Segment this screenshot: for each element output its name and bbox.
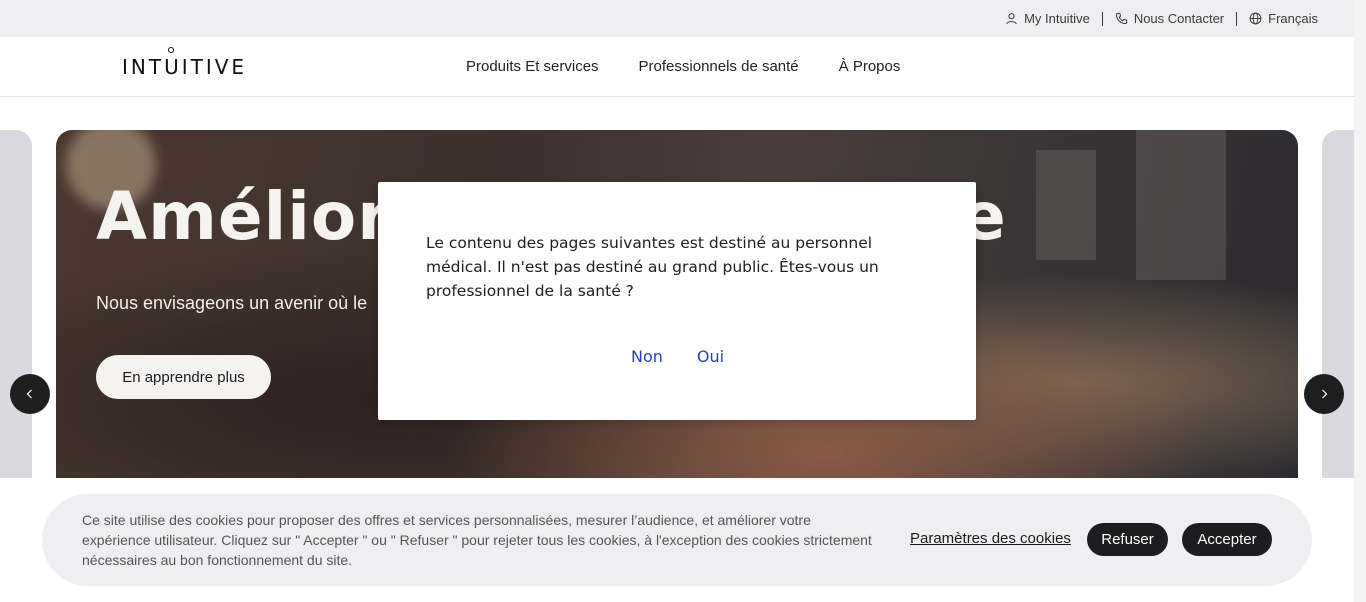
intuitive-logo[interactable]: INTUITIVE xyxy=(122,47,248,79)
nav-item-about[interactable]: À Propos xyxy=(839,58,901,75)
cookie-message: Ce site utilise des cookies pour propose… xyxy=(82,512,872,568)
main-nav: Produits Et services Professionnels de s… xyxy=(466,58,900,75)
chevron-right-icon xyxy=(1322,389,1328,399)
cookie-area: Ce site utilise des cookies pour propose… xyxy=(0,478,1354,602)
dialog-actions: Non Oui xyxy=(631,347,724,366)
chevron-left-icon xyxy=(26,389,32,399)
contact-label: Nous Contacter xyxy=(1133,11,1225,26)
utility-bar: My Intuitive Nous Contacter Français xyxy=(0,0,1354,37)
contact-link[interactable]: Nous Contacter xyxy=(1103,11,1236,26)
background-building xyxy=(1136,130,1226,280)
scrollbar-track[interactable] xyxy=(1354,0,1366,602)
nav-item-healthcare-pros[interactable]: Professionnels de santé xyxy=(639,58,799,75)
hero-subtitle: Nous envisageons un avenir où le xyxy=(96,293,368,313)
background-building xyxy=(1036,150,1096,260)
globe-icon xyxy=(1249,12,1262,25)
logo-text: INTUITIVE xyxy=(122,55,248,79)
learn-more-button[interactable]: En apprendre plus xyxy=(96,355,271,399)
logo-dot xyxy=(168,47,174,53)
site-header: INTUITIVE Produits Et services Professio… xyxy=(0,37,1354,97)
language-selector[interactable]: Français xyxy=(1237,11,1330,26)
language-label: Français xyxy=(1268,11,1318,26)
yes-button[interactable]: Oui xyxy=(697,347,724,366)
user-icon xyxy=(1006,13,1017,25)
cookie-settings-link[interactable]: Paramètres des cookies xyxy=(910,530,1071,547)
healthcare-professional-dialog: Le contenu des pages suivantes est desti… xyxy=(378,182,976,420)
previous-slide-peek xyxy=(0,130,32,490)
phone-icon xyxy=(1115,12,1127,25)
nav-item-products[interactable]: Produits Et services xyxy=(466,58,599,75)
refuse-cookies-button[interactable]: Refuser xyxy=(1087,523,1168,556)
accept-cookies-button[interactable]: Accepter xyxy=(1182,523,1272,556)
my-intuitive-label: My Intuitive xyxy=(1024,11,1090,26)
carousel-prev-button[interactable] xyxy=(10,374,50,414)
carousel-next-button[interactable] xyxy=(1304,374,1344,414)
my-intuitive-link[interactable]: My Intuitive xyxy=(993,11,1102,26)
dialog-message: Le contenu des pages suivantes est desti… xyxy=(426,234,879,300)
cookie-banner: Ce site utilise des cookies pour propose… xyxy=(42,494,1312,586)
no-button[interactable]: Non xyxy=(631,347,663,366)
